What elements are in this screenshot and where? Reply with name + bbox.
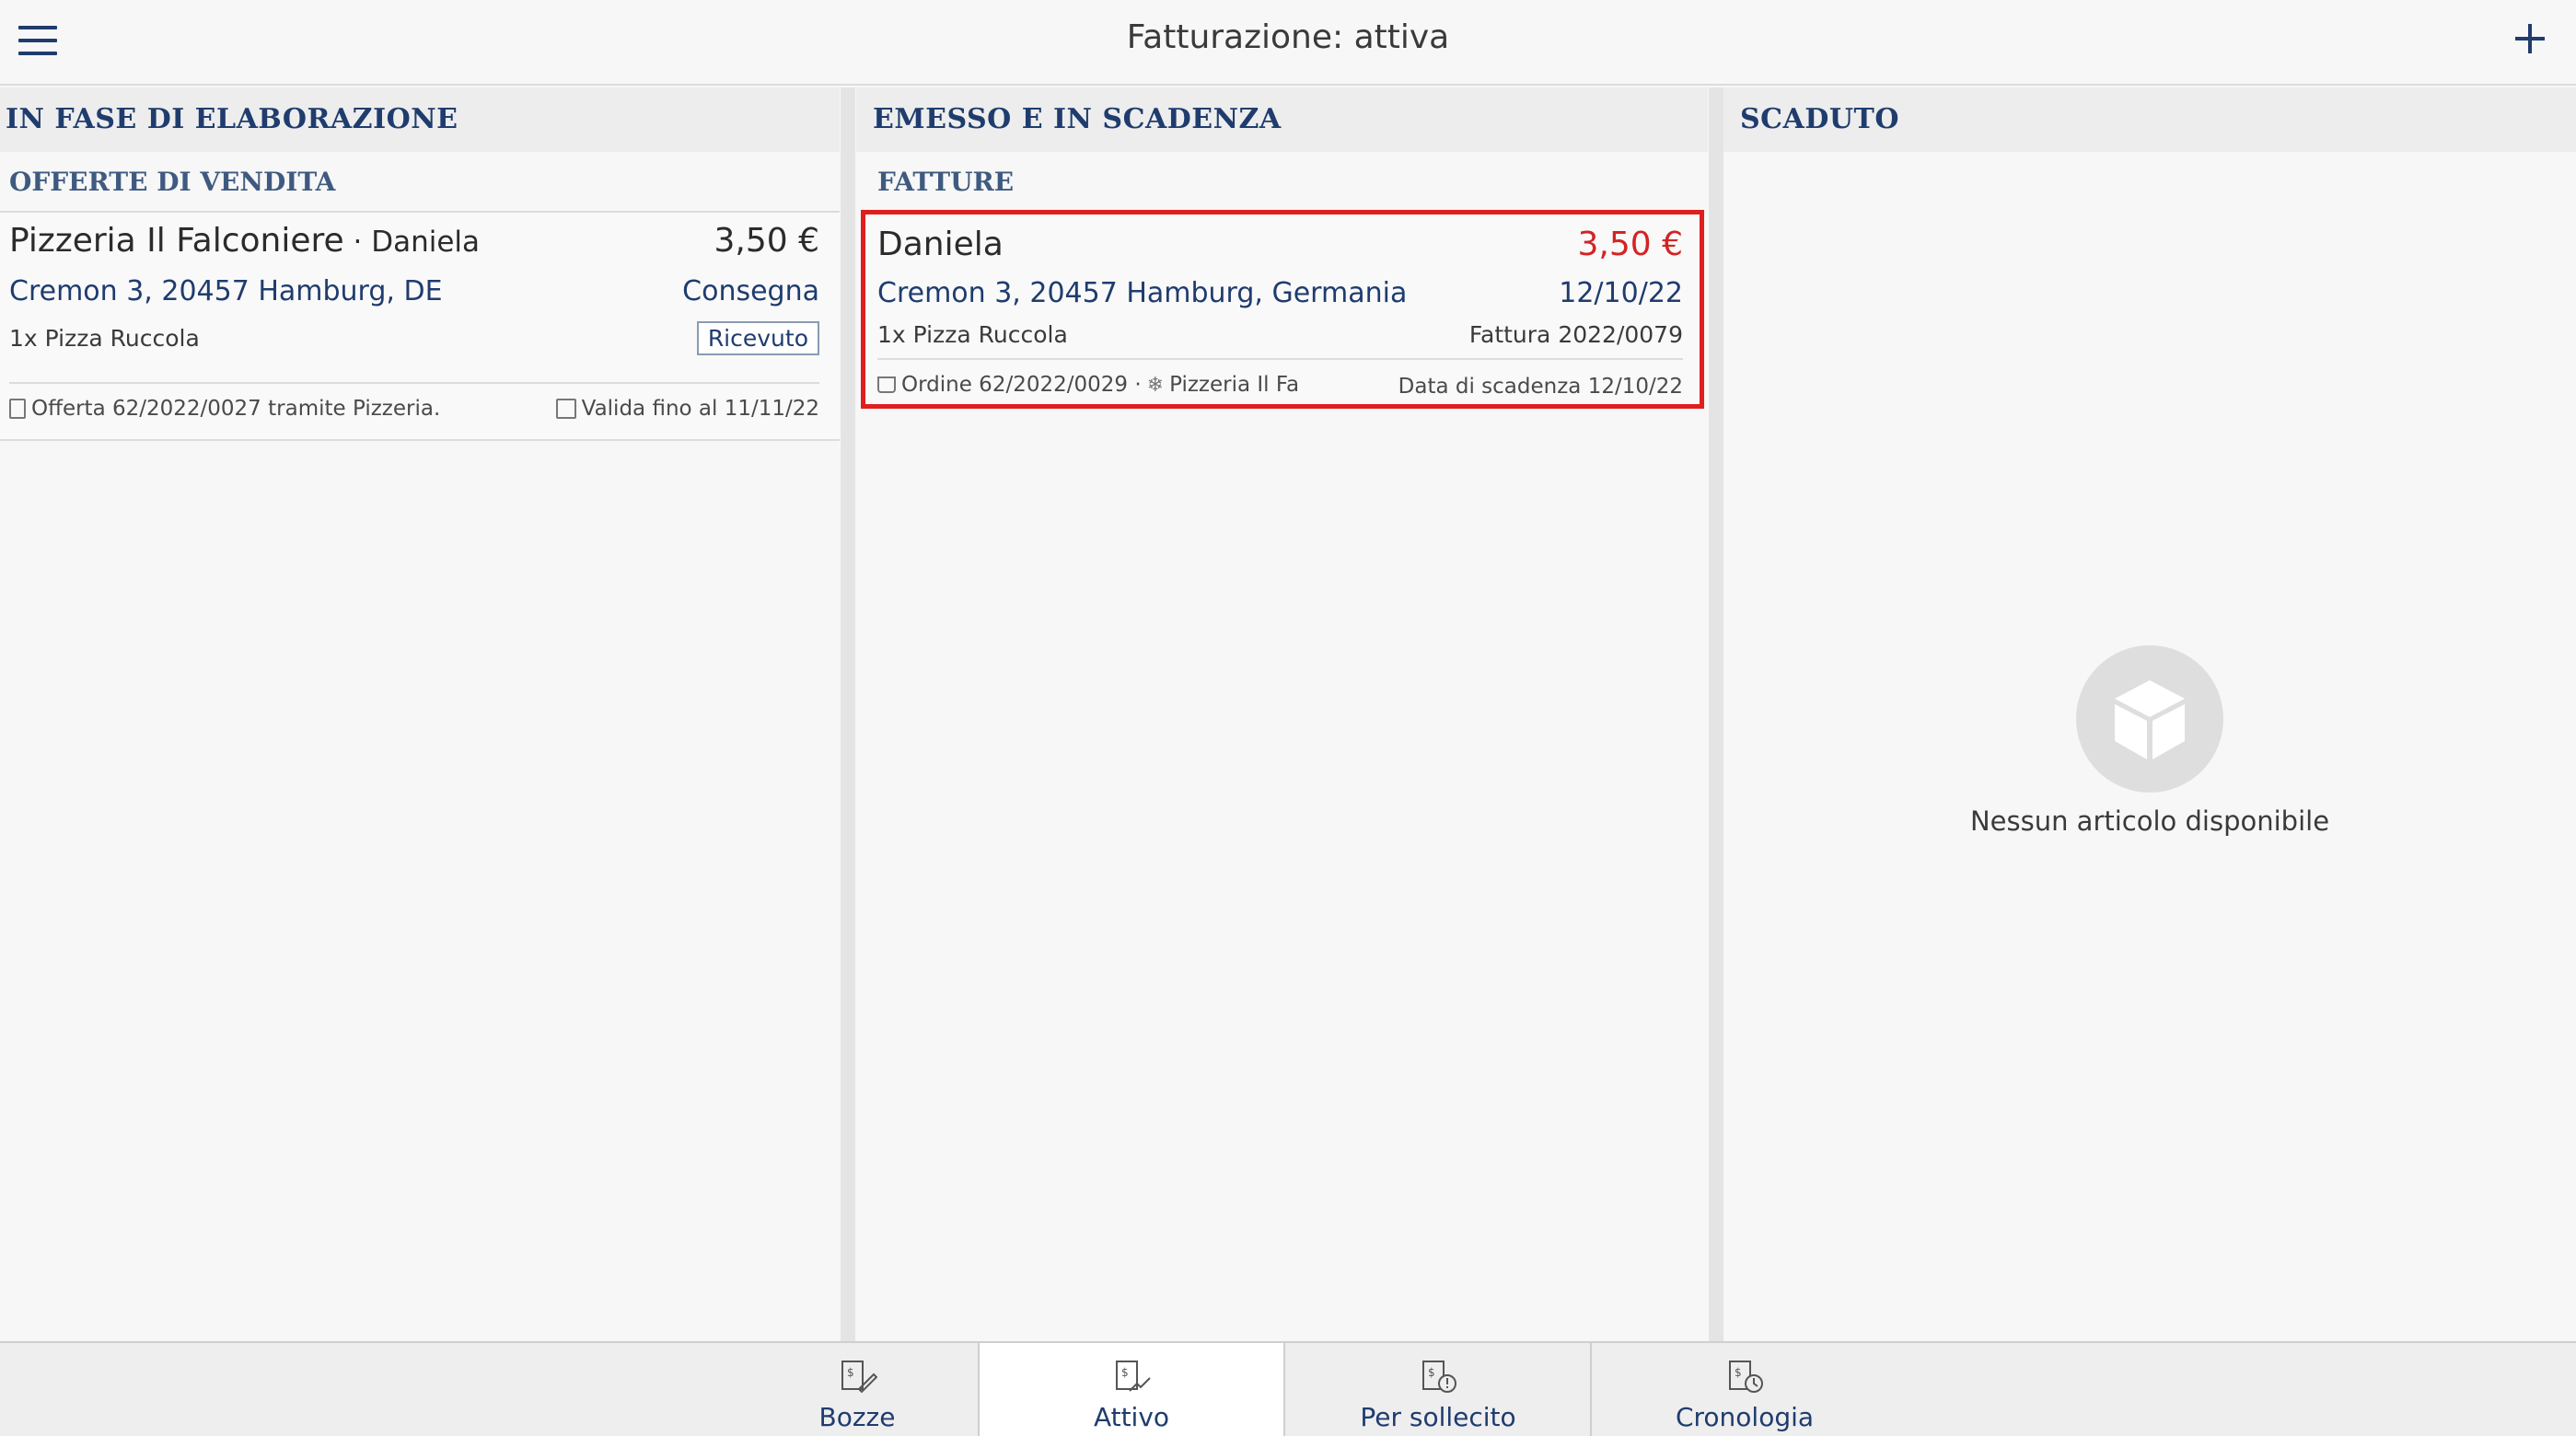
- card-divider: [877, 358, 1683, 360]
- bottom-tab-bar: $ Bozze $ Attivo $ Per sollecito $ Crono: [0, 1341, 2576, 1436]
- svg-text:$: $: [1121, 1366, 1129, 1379]
- offer-reference: Offerta 62/2022/0027 tramite Pizzeria.: [9, 397, 440, 421]
- section-title: OFFERTE DI VENDITA: [0, 152, 840, 213]
- empty-state-text: Nessun articolo disponibile: [1969, 805, 2330, 837]
- tab-label: Bozze: [818, 1402, 896, 1432]
- order-source: Pizzeria Il Fa: [1169, 373, 1300, 397]
- tab-attivo[interactable]: $ Attivo: [978, 1343, 1285, 1436]
- invoice-amount: 3,50 €: [1577, 226, 1683, 263]
- invoice-reference: Fattura 2022/0079: [1468, 321, 1683, 348]
- offer-amount: 3,50 €: [714, 222, 819, 260]
- due-date: Data di scadenza 12/10/22: [1398, 375, 1683, 399]
- customer-name: Pizzeria Il Falconiere · Daniela: [9, 222, 480, 260]
- tab-label: Cronologia: [1675, 1402, 1815, 1432]
- column-title: EMESSO E IN SCADENZA: [856, 87, 1708, 152]
- customer-address: Cremon 3, 20457 Hamburg, Germania: [877, 277, 1408, 309]
- validity-text: Valida fino al 11/11/22: [581, 397, 819, 421]
- top-bar: Fatturazione: attiva: [0, 0, 2576, 86]
- invoice-history-icon: $: [1729, 1361, 1763, 1393]
- tab-per-sollecito[interactable]: $ Per sollecito: [1285, 1343, 1591, 1436]
- calendar-icon: [555, 399, 576, 419]
- delivery-type: Consegna: [682, 275, 819, 307]
- contact-name: · Daniela: [343, 226, 481, 259]
- column-title: IN FASE DI ELABORAZIONE: [0, 87, 840, 152]
- offer-card[interactable]: Pizzeria Il Falconiere · Daniela 3,50 € …: [0, 213, 840, 441]
- card-divider: [9, 382, 819, 384]
- cart-icon: [877, 376, 896, 393]
- snowflake-icon: ❄: [1146, 373, 1165, 397]
- customer-address: Cremon 3, 20457 Hamburg, DE: [9, 275, 443, 307]
- tab-label: Attivo: [1093, 1402, 1170, 1432]
- invoice-reminder-icon: $: [1422, 1361, 1456, 1393]
- order-reference: Ordine 62/2022/0029 · ❄ Pizzeria Il Fa: [877, 373, 1299, 397]
- empty-box-icon: [2076, 645, 2223, 793]
- tab-label: Per sollecito: [1360, 1402, 1516, 1432]
- order-items: 1x Pizza Ruccola: [877, 321, 1068, 348]
- svg-text:$: $: [1428, 1366, 1435, 1379]
- svg-text:$: $: [847, 1366, 854, 1379]
- svg-text:$: $: [1735, 1366, 1742, 1379]
- order-items: 1x Pizza Ruccola: [9, 325, 200, 352]
- section-title: FATTURE: [877, 167, 1015, 197]
- tab-cronologia[interactable]: $ Cronologia: [1592, 1343, 1897, 1436]
- column-processing: IN FASE DI ELABORAZIONE OFFERTE DI VENDI…: [0, 87, 840, 1341]
- document-icon: [9, 399, 26, 419]
- invoice-active-icon: $: [1116, 1361, 1151, 1392]
- column-divider: [841, 87, 855, 1341]
- column-issued: EMESSO E IN SCADENZA FATTURE Daniela 3,5…: [856, 87, 1708, 1341]
- company-name: Pizzeria Il Falconiere: [9, 222, 344, 260]
- column-divider: [1709, 87, 1723, 1341]
- invoice-draft-icon: $: [841, 1361, 877, 1394]
- offer-reference-text: Offerta 62/2022/0027 tramite Pizzeria.: [31, 397, 441, 421]
- column-title: SCADUTO: [1723, 87, 2576, 152]
- invoice-card[interactable]: Daniela 3,50 € Cremon 3, 20457 Hamburg, …: [861, 210, 1704, 409]
- status-badge: Ricevuto: [696, 321, 819, 355]
- add-icon[interactable]: [2510, 18, 2550, 59]
- invoice-date: 12/10/22: [1559, 277, 1683, 309]
- customer-name: Daniela: [877, 226, 1004, 263]
- validity: Valida fino al 11/11/22: [555, 397, 819, 421]
- page-title: Fatturazione: attiva: [1126, 18, 1450, 56]
- tab-bozze[interactable]: $ Bozze: [737, 1343, 978, 1436]
- column-expired: SCADUTO Nessun articolo disponibile: [1723, 87, 2576, 1341]
- order-reference-text: Ordine 62/2022/0029 ·: [901, 373, 1142, 397]
